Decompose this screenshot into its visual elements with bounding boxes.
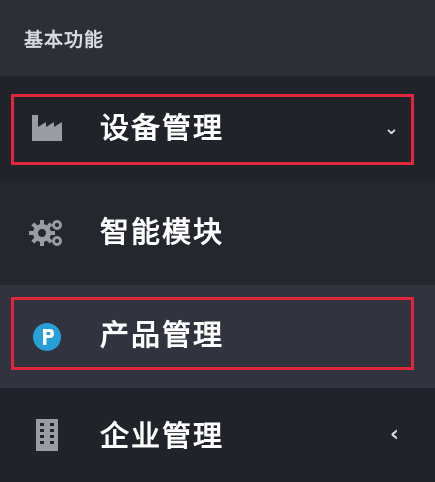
- sidebar-item-product-management[interactable]: 产品管理: [0, 285, 435, 389]
- building-icon: [28, 416, 66, 454]
- sidebar-item-label: 设备管理: [100, 111, 225, 145]
- sidebar-item-label: 智能模块: [100, 215, 225, 249]
- chevron-down-icon[interactable]: ⌄: [384, 120, 399, 138]
- chevron-left-icon[interactable]: ‹: [390, 424, 399, 446]
- gears-icon: [28, 213, 66, 251]
- sidebar-item-device-management[interactable]: 设备管理 ⌄: [0, 76, 435, 180]
- sidebar-menu: 基本功能 设备管理 ⌄ 智能模块 产品管理 企业管理 ‹: [0, 0, 435, 482]
- section-title: 基本功能: [24, 28, 105, 51]
- sidebar-item-smart-module[interactable]: 智能模块: [0, 180, 435, 284]
- sidebar-item-enterprise-management[interactable]: 企业管理 ‹: [0, 388, 435, 482]
- sidebar-item-label: 产品管理: [100, 318, 225, 352]
- factory-icon: [28, 109, 66, 147]
- p-circle-icon: [28, 318, 66, 356]
- sidebar-item-label: 企业管理: [100, 419, 225, 453]
- section-header: 基本功能: [0, 0, 435, 76]
